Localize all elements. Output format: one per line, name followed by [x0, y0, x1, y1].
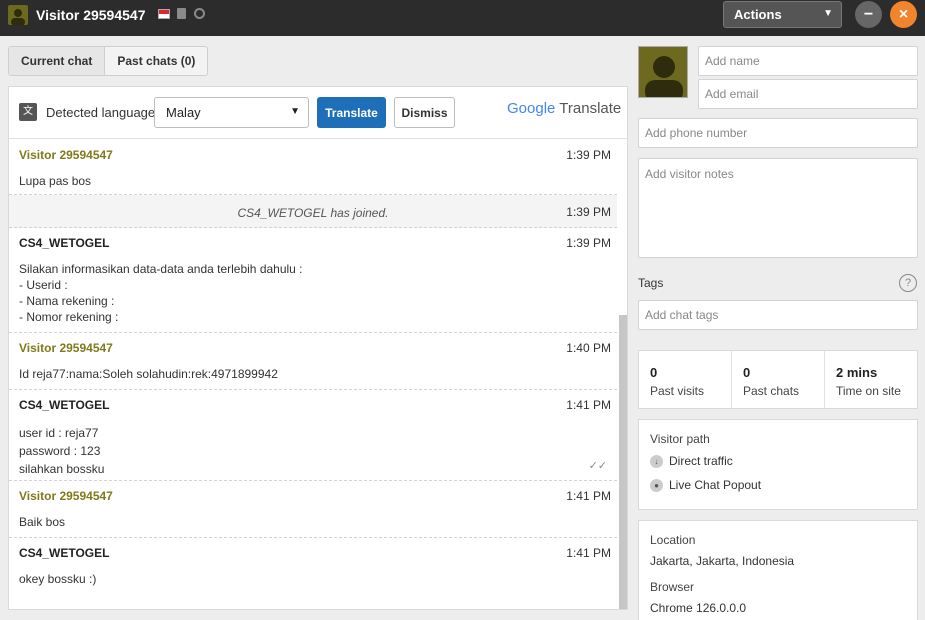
system-message-text: CS4_WETOGEL has joined.	[237, 206, 389, 220]
message-text: Silakan informasikan data-data anda terl…	[19, 262, 303, 324]
read-receipt-icon: ✓✓	[588, 460, 607, 472]
visitor-stats: 0 Past visits 0 Past chats 2 mins Time o…	[638, 350, 918, 409]
close-button[interactable]: ×	[890, 1, 917, 28]
language-select[interactable]: Malay ▼	[154, 97, 309, 128]
email-input[interactable]: Add email	[698, 79, 918, 109]
indonesia-flag-icon	[158, 9, 170, 19]
actions-label: Actions	[734, 7, 782, 22]
visitor-avatar	[638, 46, 688, 98]
browser-label: Browser	[650, 580, 695, 594]
message-time: 1:39 PM	[566, 148, 611, 162]
chevron-down-icon: ▼	[823, 8, 833, 19]
message-text: Lupa pas bos	[19, 174, 92, 188]
stat-label: Past visits	[650, 384, 705, 398]
chat-scrollbar[interactable]	[619, 315, 627, 609]
google-translate-logo: Google Translate	[507, 100, 621, 117]
chat-message: CS4_WETOGEL 1:41 PM user id : reja77 pas…	[9, 390, 617, 481]
stat-value: 0	[650, 365, 658, 380]
tags-input[interactable]: Add chat tags	[638, 300, 918, 330]
arrow-down-icon: ↓	[650, 454, 663, 468]
browser-icon	[194, 8, 205, 19]
stat-value: 0	[743, 365, 751, 380]
browser-value: Chrome 126.0.0.0	[650, 601, 747, 615]
message-text: Baik bos	[19, 515, 66, 529]
tab-past-chats[interactable]: Past chats (0)	[105, 47, 207, 75]
actions-dropdown[interactable]: Actions ▼	[723, 1, 842, 28]
window-title: Visitor 29594547	[36, 7, 146, 23]
stat-past-visits: 0 Past visits	[639, 351, 732, 408]
message-time: 1:39 PM	[566, 236, 611, 250]
tags-label: Tags	[638, 276, 664, 290]
chat-tabs: Current chat Past chats (0)	[8, 46, 209, 76]
system-message: CS4_WETOGEL has joined. 1:39 PM	[9, 195, 617, 228]
message-time: 1:40 PM	[566, 341, 611, 355]
message-text: okey bossku :)	[19, 572, 97, 586]
stat-label: Past chats	[743, 384, 800, 398]
message-author: Visitor 29594547	[19, 148, 113, 162]
message-text: user id : reja77 password : 123 silahkan…	[19, 426, 105, 476]
notes-textarea[interactable]: Add visitor notes	[638, 158, 918, 258]
chat-message: Visitor 29594547 1:41 PM Baik bos	[9, 481, 617, 538]
minimize-button[interactable]: −	[855, 1, 882, 28]
message-author: CS4_WETOGEL	[19, 398, 110, 412]
message-author: CS4_WETOGEL	[19, 546, 110, 560]
translate-logo-text: Translate	[559, 100, 622, 117]
stat-time-on-site: 2 mins Time on site	[825, 351, 917, 408]
title-bar: Visitor 29594547 Actions ▼ − ×	[0, 0, 925, 36]
translate-icon: 文	[19, 103, 37, 121]
stat-value: 2 mins	[836, 365, 878, 380]
chevron-down-icon: ▼	[290, 106, 300, 117]
name-input[interactable]: Add name	[698, 46, 918, 76]
detected-language-label: Detected language	[46, 105, 156, 120]
chat-panel: 文 Detected language Malay ▼ Translate Di…	[8, 86, 628, 610]
visitor-path-card: Visitor path ↓ Direct traffic ● Live Cha…	[638, 419, 918, 510]
message-time: 1:39 PM	[566, 205, 611, 219]
tab-current-chat[interactable]: Current chat	[9, 47, 106, 75]
chat-message: Visitor 29594547 1:40 PM Id reja77:nama:…	[9, 333, 617, 390]
location-value: Jakarta, Jakarta, Indonesia	[650, 554, 795, 568]
path-item: ↓ Direct traffic	[650, 454, 733, 468]
visitor-path-title: Visitor path	[650, 432, 710, 446]
chat-message: Visitor 29594547 1:39 PM Lupa pas bos	[9, 140, 617, 195]
help-icon[interactable]: ?	[899, 274, 917, 292]
chat-message: CS4_WETOGEL 1:39 PM Silakan informasikan…	[9, 228, 617, 333]
message-author: CS4_WETOGEL	[19, 236, 110, 250]
visitor-info-card: Location Jakarta, Jakarta, Indonesia Bro…	[638, 520, 918, 620]
dismiss-button[interactable]: Dismiss	[394, 97, 455, 128]
language-select-value: Malay	[166, 105, 201, 120]
stat-past-chats: 0 Past chats	[732, 351, 825, 408]
message-author: Visitor 29594547	[19, 341, 113, 355]
path-item-label: Live Chat Popout	[669, 478, 762, 492]
google-logo-text: Google	[507, 100, 556, 117]
translate-button[interactable]: Translate	[317, 97, 386, 128]
location-label: Location	[650, 533, 696, 547]
device-icon	[177, 8, 186, 19]
chat-message: CS4_WETOGEL 1:41 PM okey bossku :)	[9, 538, 617, 598]
message-time: 1:41 PM	[566, 546, 611, 560]
message-author: Visitor 29594547	[19, 489, 113, 503]
message-time: 1:41 PM	[566, 398, 611, 412]
path-item: ● Live Chat Popout	[650, 478, 761, 492]
path-item-label: Direct traffic	[669, 454, 733, 468]
stat-label: Time on site	[836, 384, 901, 398]
translate-bar: 文 Detected language Malay ▼ Translate Di…	[9, 87, 627, 139]
message-text: Id reja77:nama:Soleh solahudin:rek:49718…	[19, 367, 278, 381]
message-time: 1:41 PM	[566, 489, 611, 503]
visitor-avatar-icon	[8, 5, 28, 25]
dot-icon: ●	[650, 478, 663, 492]
phone-input[interactable]: Add phone number	[638, 118, 918, 148]
